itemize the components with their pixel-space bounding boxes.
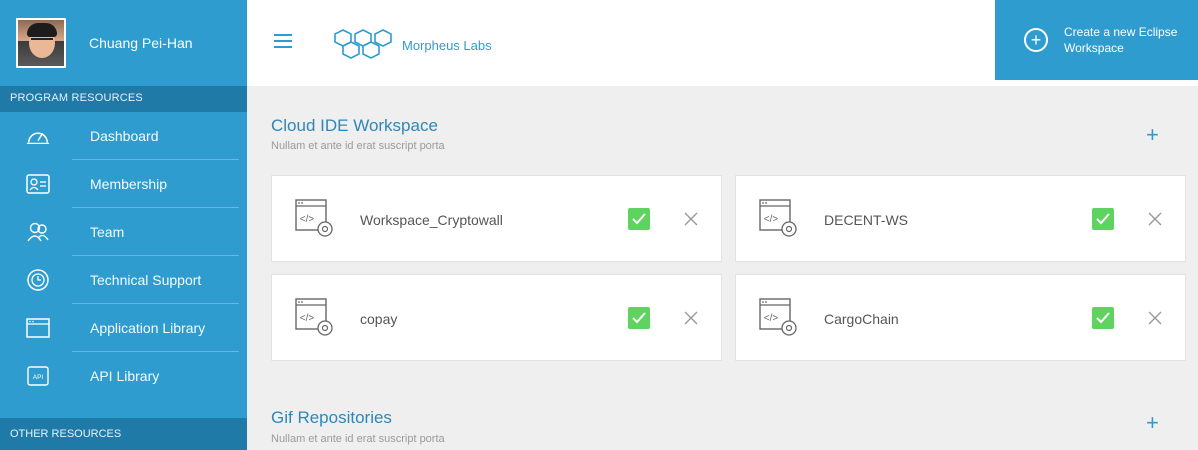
speedometer-icon bbox=[26, 124, 50, 148]
add-workspace-icon[interactable]: + bbox=[1146, 124, 1159, 146]
sidebar-item-dashboard[interactable]: Dashboard bbox=[0, 112, 247, 160]
workspace-card[interactable]: </> copay bbox=[271, 274, 722, 361]
api-icon: API bbox=[26, 364, 50, 388]
sidebar-item-application-library[interactable]: Application Library bbox=[0, 304, 247, 352]
program-resources-header: PROGRAM RESOURCES bbox=[0, 86, 247, 112]
profile-name: Chuang Pei-Han bbox=[89, 35, 193, 51]
checkbox-checked-icon[interactable] bbox=[628, 307, 650, 329]
morpheus-logo-icon bbox=[333, 28, 393, 60]
checkbox-checked-icon[interactable] bbox=[1092, 307, 1114, 329]
svg-text:</>: </> bbox=[300, 214, 315, 225]
add-repository-icon[interactable]: + bbox=[1146, 412, 1159, 434]
ide-section-subtitle: Nullam et ante id erat suscript porta bbox=[271, 140, 445, 152]
close-icon[interactable] bbox=[681, 308, 701, 328]
close-icon[interactable] bbox=[681, 209, 701, 229]
workspace-card[interactable]: </> DECENT-WS bbox=[735, 175, 1186, 262]
workspace-name: Workspace_Cryptowall bbox=[360, 212, 503, 228]
hamburger-menu-icon[interactable] bbox=[274, 34, 292, 48]
avatar bbox=[16, 18, 66, 68]
git-section-subtitle: Nullam et ante id erat suscript porta bbox=[271, 433, 445, 445]
sidebar-item-label: Application Library bbox=[90, 320, 206, 336]
user-profile[interactable]: Chuang Pei-Han bbox=[0, 0, 247, 86]
workspace-card[interactable]: </> CargoChain bbox=[735, 274, 1186, 361]
sidebar-nav: Dashboard Membership Team Technical Supp… bbox=[0, 112, 247, 400]
sidebar-item-technical-support[interactable]: Technical Support bbox=[0, 256, 247, 304]
svg-text:API: API bbox=[33, 374, 44, 381]
sidebar-item-api-library[interactable]: API API Library bbox=[0, 352, 247, 400]
workspace-card[interactable]: </> Workspace_Cryptowall bbox=[271, 175, 722, 262]
svg-text:</>: </> bbox=[764, 313, 779, 324]
plus-circle-icon: + bbox=[1024, 28, 1048, 52]
code-window-icon: </> bbox=[758, 297, 802, 339]
sidebar: Chuang Pei-Han PROGRAM RESOURCES Dashboa… bbox=[0, 0, 247, 450]
checkbox-checked-icon[interactable] bbox=[628, 208, 650, 230]
id-card-icon bbox=[26, 172, 50, 196]
other-resources-header: OTHER RESOURCES bbox=[0, 418, 247, 450]
browser-window-icon bbox=[26, 316, 50, 340]
sidebar-item-team[interactable]: Team bbox=[0, 208, 247, 256]
workspace-name: copay bbox=[360, 311, 398, 327]
sidebar-item-label: Membership bbox=[90, 176, 168, 192]
team-icon bbox=[26, 220, 50, 244]
ide-section-title: Cloud IDE Workspace bbox=[271, 116, 438, 135]
close-icon[interactable] bbox=[1145, 308, 1165, 328]
sidebar-item-label: Dashboard bbox=[90, 128, 159, 144]
support-clock-icon bbox=[26, 268, 50, 292]
create-workspace-button[interactable]: + Create a new Eclipse Workspace bbox=[995, 0, 1198, 80]
svg-text:</>: </> bbox=[764, 214, 779, 225]
close-icon[interactable] bbox=[1145, 209, 1165, 229]
create-workspace-label: Create a new Eclipse Workspace bbox=[1064, 25, 1178, 55]
code-window-icon: </> bbox=[758, 198, 802, 240]
sidebar-item-label: API Library bbox=[90, 368, 160, 384]
sidebar-item-label: Team bbox=[90, 224, 125, 240]
code-window-icon: </> bbox=[294, 198, 338, 240]
workspace-name: DECENT-WS bbox=[824, 212, 908, 228]
top-bar: Morpheus Labs + Create a new Eclipse Wor… bbox=[247, 0, 1198, 86]
checkbox-checked-icon[interactable] bbox=[1092, 208, 1114, 230]
git-section-title: Gif Repositories bbox=[271, 408, 392, 427]
brand-name: Morpheus Labs bbox=[402, 38, 492, 53]
workspace-name: CargoChain bbox=[824, 311, 899, 327]
sidebar-item-membership[interactable]: Membership bbox=[0, 160, 247, 208]
svg-text:</>: </> bbox=[300, 313, 315, 324]
sidebar-item-label: Technical Support bbox=[90, 272, 202, 288]
code-window-icon: </> bbox=[294, 297, 338, 339]
